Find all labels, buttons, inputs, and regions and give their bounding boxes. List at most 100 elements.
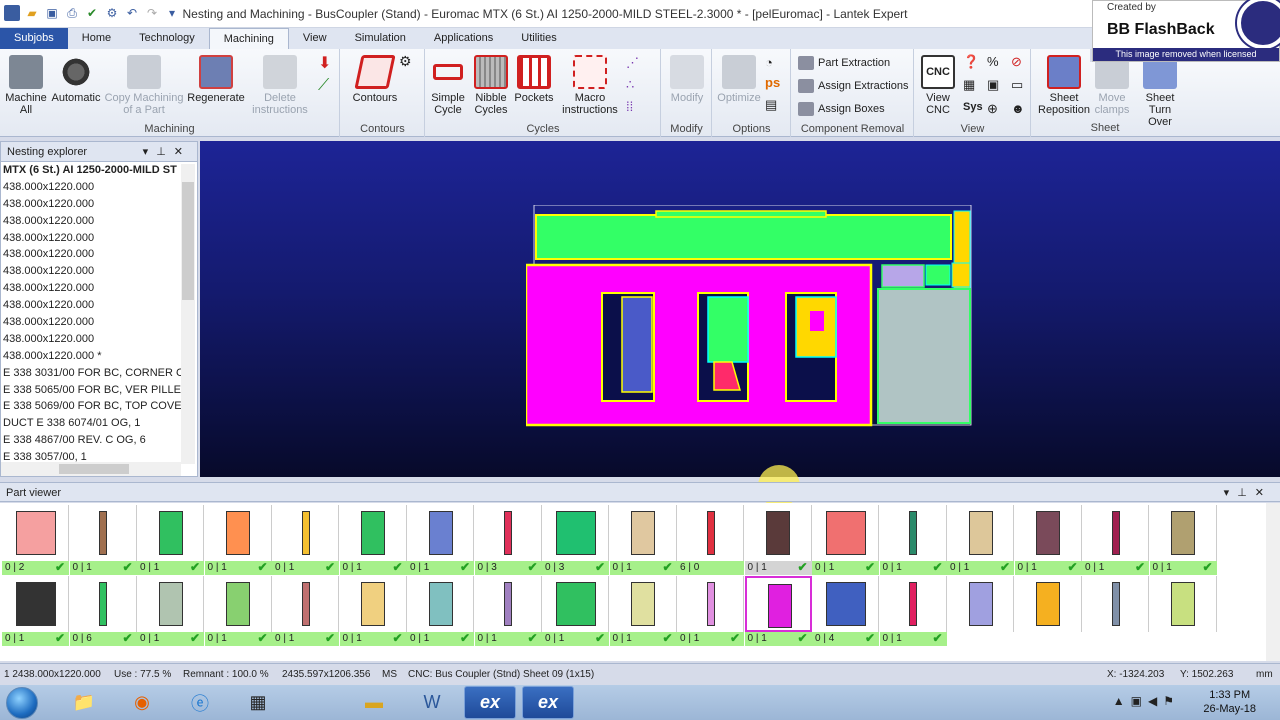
tree-item[interactable]: 438.000x1220.000 * xyxy=(1,348,181,365)
tab-subjobs[interactable]: Subjobs xyxy=(0,28,68,49)
part-thumbnail[interactable] xyxy=(677,576,744,632)
part-thumbnail[interactable] xyxy=(339,505,407,561)
part-thumbnail[interactable] xyxy=(542,576,609,632)
clock[interactable]: 1:33 PM 26-May-18 xyxy=(1203,688,1256,716)
tab-technology[interactable]: Technology xyxy=(125,28,209,49)
part-thumbnail[interactable] xyxy=(339,576,407,632)
part-thumbnail[interactable] xyxy=(204,576,272,632)
tree-item[interactable]: E 338 5065/00 FOR BC, VER PILLER M xyxy=(1,382,181,399)
sheet-turn-over-button[interactable]: Sheet Turn Over xyxy=(1138,55,1182,128)
tree-item[interactable]: 438.000x1220.000 xyxy=(1,246,181,263)
tab-home[interactable]: Home xyxy=(68,28,125,49)
tab-machining[interactable]: Machining xyxy=(208,28,289,49)
tab-view[interactable]: View xyxy=(289,28,341,49)
part-thumbnail[interactable] xyxy=(744,576,812,632)
part-thumbnail[interactable] xyxy=(812,505,879,561)
pin-icon[interactable]: ⊥ xyxy=(156,146,174,158)
part-thumbnail[interactable] xyxy=(1014,505,1082,561)
regenerate-button[interactable]: Regenerate xyxy=(186,55,246,104)
tab-applications[interactable]: Applications xyxy=(420,28,507,49)
tree-item[interactable]: 438.000x1220.000 xyxy=(1,230,181,247)
part-thumbnail[interactable] xyxy=(677,505,744,561)
tree-item[interactable]: E 338 4867/00 REV. C OG, 6 xyxy=(1,432,181,449)
magnet-icon[interactable]: ⊕ xyxy=(987,101,998,117)
part-thumbnail[interactable] xyxy=(1149,576,1217,632)
nibble-cycles-button[interactable]: Nibble Cycles xyxy=(470,55,512,116)
view-cnc-button[interactable]: CNC View CNC xyxy=(921,55,955,116)
part-thumbnail[interactable] xyxy=(2,505,69,561)
part-thumbnail[interactable] xyxy=(2,576,69,632)
no-icon[interactable]: ⊘ xyxy=(1011,54,1022,70)
volume-icon[interactable]: ◀ xyxy=(1148,694,1163,708)
part-viewer-scrollbar[interactable] xyxy=(1266,503,1280,661)
part-thumbnail[interactable] xyxy=(609,505,677,561)
stack-icon[interactable]: ▤ xyxy=(765,97,777,113)
contour-settings-icon[interactable]: ⚙ xyxy=(399,53,412,70)
part-thumbnail[interactable] xyxy=(272,505,339,561)
grid-icon[interactable]: ▦ xyxy=(963,77,975,93)
cycle-tool-c-icon[interactable]: ⁞⁞ xyxy=(626,99,633,114)
start-button[interactable] xyxy=(6,687,38,719)
close-icon[interactable]: ✕ xyxy=(174,146,191,158)
sheet-reposition-button[interactable]: Sheet Reposition xyxy=(1036,55,1092,116)
mask-icon[interactable]: ☻ xyxy=(1011,101,1025,116)
tree-item[interactable]: E 338 5069/00 FOR BC, TOP COVER xyxy=(1,398,181,415)
part-thumbnail[interactable] xyxy=(879,576,947,632)
lantek-app-1[interactable]: ex xyxy=(464,686,516,719)
part-thumbnail[interactable] xyxy=(137,505,204,561)
gauge-icon[interactable]: ◔ xyxy=(765,55,773,70)
tab-utilities[interactable]: Utilities xyxy=(507,28,570,49)
cycle-tool-a-icon[interactable]: ⋰ xyxy=(626,55,639,71)
red-arrow-icon[interactable]: ⬇ xyxy=(318,53,331,73)
tree-item[interactable]: E 338 3057/00, 1 xyxy=(1,449,181,462)
tree-item[interactable]: 438.000x1220.000 xyxy=(1,196,181,213)
copy-machining-button[interactable]: Copy Machining of a Part xyxy=(104,55,184,116)
tree-item[interactable]: 438.000x1220.000 xyxy=(1,314,181,331)
simple-cycle-button[interactable]: Simple Cycle xyxy=(428,55,468,116)
percent-icon[interactable]: % xyxy=(987,54,999,69)
part-thumbnail[interactable] xyxy=(812,576,879,632)
part-thumbnail[interactable] xyxy=(879,505,947,561)
contours-button[interactable]: Contours xyxy=(345,55,405,104)
part-thumbnail[interactable] xyxy=(407,505,474,561)
network-icon[interactable]: ▣ xyxy=(1131,694,1148,708)
part-extraction-button[interactable]: Part Extraction xyxy=(798,56,890,70)
sys-icon[interactable]: Sys xyxy=(963,101,983,113)
tree-item[interactable]: 438.000x1220.000 xyxy=(1,213,181,230)
part-thumbnail[interactable] xyxy=(137,576,204,632)
explorer-icon[interactable]: ▬ xyxy=(348,686,400,719)
comment-icon[interactable]: ▭ xyxy=(1011,77,1023,93)
cycle-tool-b-icon[interactable]: ∴ xyxy=(626,77,634,93)
part-thumbnail[interactable] xyxy=(69,505,137,561)
part-thumbnail[interactable] xyxy=(204,505,272,561)
part-thumbnail[interactable] xyxy=(1149,505,1217,561)
automatic-button[interactable]: Automatic xyxy=(50,55,102,104)
part-thumbnail[interactable] xyxy=(69,576,137,632)
flag-icon[interactable]: ⚑ xyxy=(1163,694,1180,708)
part-thumbnail[interactable] xyxy=(947,576,1014,632)
line-tool-icon[interactable]: ⟋ xyxy=(318,77,329,95)
macro-instructions-button[interactable]: Macro instructions xyxy=(558,55,622,116)
scroll-thumb[interactable] xyxy=(59,464,129,474)
word-icon[interactable]: W xyxy=(406,686,458,719)
part-thumbnail[interactable] xyxy=(609,576,677,632)
assign-extractions-button[interactable]: Assign Extractions xyxy=(798,79,908,93)
delete-instructions-button[interactable]: Delete instructions xyxy=(250,55,310,116)
assign-boxes-button[interactable]: Assign Boxes xyxy=(798,102,885,116)
tree-item[interactable]: 438.000x1220.000 xyxy=(1,331,181,348)
dropdown-icon[interactable]: ▾ xyxy=(143,146,157,158)
part-thumbnail[interactable] xyxy=(474,505,542,561)
tree-item[interactable]: 438.000x1220.000 xyxy=(1,297,181,314)
tab-simulation[interactable]: Simulation xyxy=(341,28,420,49)
folder-app-icon[interactable]: 📁 xyxy=(58,686,110,719)
part-thumbnail[interactable] xyxy=(542,505,609,561)
vertical-scrollbar[interactable] xyxy=(181,164,195,464)
pin-icon[interactable]: ⊥ xyxy=(1237,487,1255,499)
tree-item[interactable]: MTX (6 St.) AI 1250-2000-MILD ST xyxy=(1,162,181,179)
lantek-app-2[interactable]: ex xyxy=(522,686,574,719)
part-thumbnail[interactable] xyxy=(744,505,812,561)
part-thumbnail[interactable] xyxy=(1082,505,1149,561)
modify-button[interactable]: Modify xyxy=(666,55,708,104)
tree-item[interactable]: 438.000x1220.000 xyxy=(1,280,181,297)
part-thumbnail[interactable] xyxy=(407,576,474,632)
